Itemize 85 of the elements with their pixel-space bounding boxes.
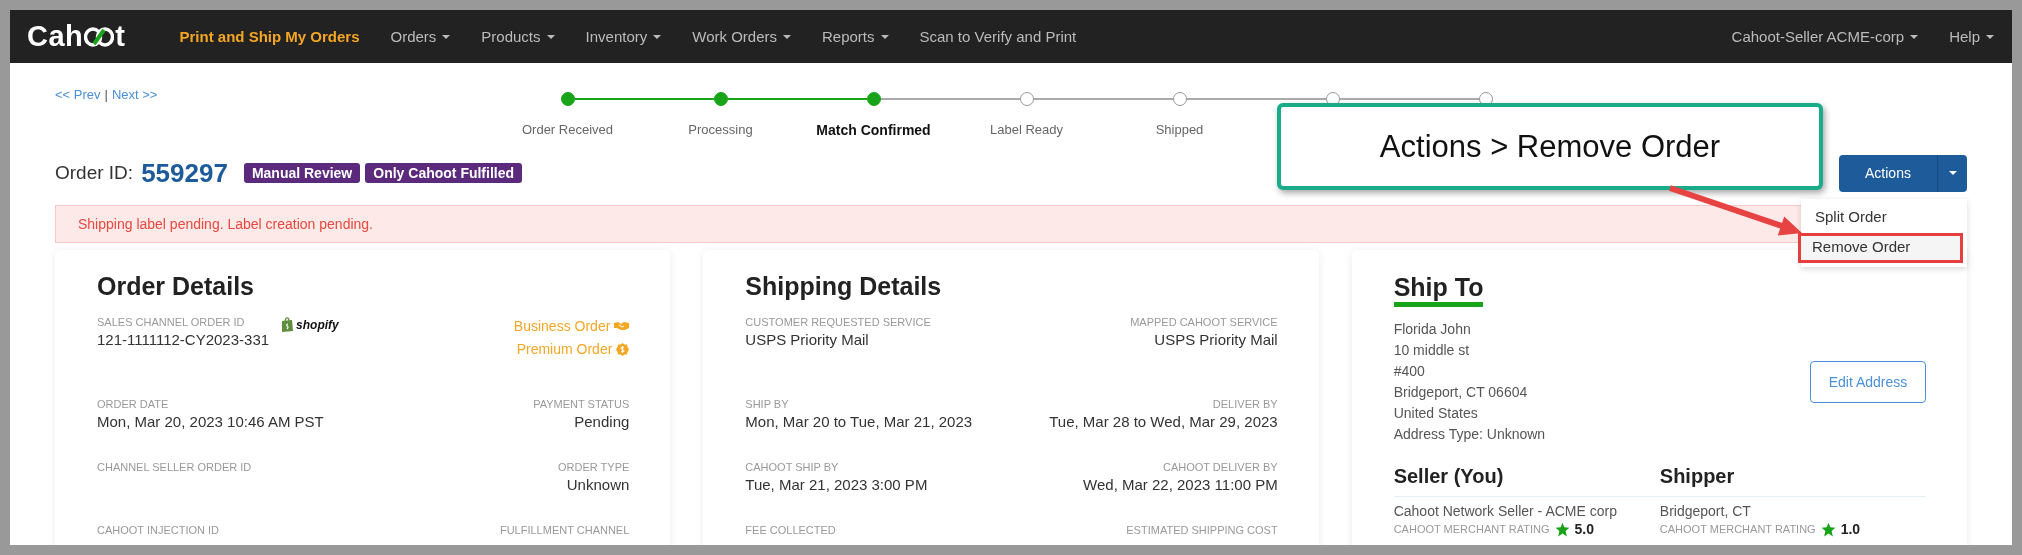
cahoot-logo[interactable]: Cah t bbox=[27, 20, 126, 53]
field-value: Tue, Mar 21, 2023 3:00 PM bbox=[745, 476, 928, 493]
card-title: Shipping Details bbox=[745, 272, 943, 301]
rating-value: 5.0 bbox=[1574, 521, 1594, 537]
step-label: Label Ready bbox=[990, 122, 1063, 138]
card-title: Order Details bbox=[97, 272, 255, 301]
address-line: #400 bbox=[1393, 362, 1426, 381]
field-value: Unknown bbox=[566, 476, 630, 493]
field-label: CUSTOMER REQUESTED SERVICE bbox=[745, 316, 931, 328]
callout-box: Actions > Remove Order bbox=[1277, 103, 1823, 190]
nav-menu-item[interactable]: Cahoot-Seller ACME-corp bbox=[1731, 28, 1919, 45]
step-label: Shipped bbox=[1155, 122, 1204, 138]
field-label: CAHOOT DELIVER BY bbox=[1162, 461, 1278, 473]
order-tag: Premium Order bbox=[516, 339, 630, 359]
nav-menu-item[interactable]: Products bbox=[481, 28, 555, 45]
field-value: Mon, Mar 20 to Tue, Mar 21, 2023 bbox=[745, 413, 973, 430]
prev-link[interactable]: << Prev bbox=[55, 87, 101, 138]
caret-icon bbox=[546, 34, 555, 39]
address-line: Florida John bbox=[1393, 320, 1472, 339]
nav-menu-item[interactable]: Inventory bbox=[585, 28, 662, 45]
party-heading: Seller (You) bbox=[1393, 465, 1660, 497]
actions-button[interactable]: Actions bbox=[1839, 154, 1937, 192]
field-label: CHANNEL SELLER ORDER ID bbox=[97, 461, 252, 473]
next-link[interactable]: Next >> bbox=[111, 87, 158, 138]
field-value: 121-1111112-CY2023-331 bbox=[97, 331, 270, 348]
caret-icon bbox=[442, 34, 451, 39]
caret-icon bbox=[1986, 34, 1994, 39]
handshake-icon bbox=[614, 321, 630, 331]
field-value: Mon, Mar 20, 2023 10:46 AM PST bbox=[97, 413, 324, 430]
rating-label: CAHOOT MERCHANT RATING bbox=[1393, 523, 1550, 535]
dropdown-toggle[interactable] bbox=[1937, 154, 1967, 192]
badge-icon bbox=[616, 342, 630, 356]
field-value: USPS Priority Mail bbox=[745, 331, 869, 348]
order-tag: Business Order bbox=[513, 316, 630, 336]
status-badge: Manual Review bbox=[243, 163, 361, 183]
channel-name: shopify bbox=[296, 317, 339, 332]
separator-text: | bbox=[104, 87, 108, 104]
caret-icon bbox=[653, 34, 662, 39]
party-name: Bridgeport, CT bbox=[1659, 503, 1752, 519]
field-value: Pending bbox=[574, 413, 630, 430]
menu-item[interactable]: Remove Order bbox=[1798, 232, 1963, 263]
field-label: FULFILLMENT CHANNEL bbox=[499, 524, 630, 536]
field-label: ORDER TYPE bbox=[558, 461, 630, 473]
star-icon bbox=[1820, 521, 1836, 537]
rating-value: 1.0 bbox=[1840, 521, 1861, 537]
nav-menu-item[interactable]: Scan to Verify and Print bbox=[919, 28, 1077, 45]
field-label: ORDER DATE bbox=[97, 398, 169, 410]
party-heading: Shipper bbox=[1659, 465, 1926, 497]
address-line: Bridgeport, CT 06604 bbox=[1393, 383, 1529, 402]
nav-menu-item[interactable]: Help bbox=[1949, 28, 1994, 45]
step-label: Order Received bbox=[521, 122, 613, 138]
caret-icon bbox=[1948, 171, 1957, 175]
menu-item[interactable]: Split Order bbox=[1801, 202, 1967, 233]
address-line: 10 middle st bbox=[1393, 341, 1471, 360]
address-line: Address Type: Unknown bbox=[1393, 425, 1546, 444]
field-label: ESTIMATED SHIPPING COST bbox=[1126, 524, 1278, 536]
nav-menu-item[interactable]: Orders bbox=[390, 28, 451, 45]
order-id-number: 559297 bbox=[141, 157, 228, 189]
field-value: USPS Priority Mail bbox=[1154, 331, 1278, 348]
caret-icon bbox=[783, 34, 791, 39]
star-icon bbox=[1554, 521, 1570, 537]
field-label: MAPPED CAHOOT SERVICE bbox=[1130, 316, 1278, 328]
address-line: United States bbox=[1393, 404, 1479, 423]
step-label: Processing bbox=[688, 122, 753, 138]
field-value: Tue, Mar 28 to Wed, Mar 29, 2023 bbox=[1049, 413, 1278, 430]
field-label: CAHOOT SHIP BY bbox=[745, 461, 839, 473]
field-label: FEE COLLECTED bbox=[745, 524, 836, 536]
shopping-bag-icon bbox=[281, 317, 295, 332]
caret-icon bbox=[1910, 34, 1919, 39]
party-name: Cahoot Network Seller - ACME corp bbox=[1393, 503, 1618, 519]
step-label: Match Confirmed bbox=[816, 122, 931, 138]
status-badge: Only Cahoot Fulfilled bbox=[365, 163, 523, 183]
nav-menu-item[interactable]: Print and Ship My Orders bbox=[179, 28, 360, 45]
field-label: PAYMENT STATUS bbox=[533, 398, 630, 410]
nav-menu-item[interactable]: Work Orders bbox=[692, 28, 791, 45]
rating-label: CAHOOT MERCHANT RATING bbox=[1659, 523, 1816, 535]
field-label: SHIP BY bbox=[745, 398, 789, 410]
field-label: SALES CHANNEL ORDER ID bbox=[97, 316, 245, 328]
caret-icon bbox=[880, 34, 889, 39]
nav-menu-item[interactable]: Reports bbox=[822, 28, 889, 45]
order-id-label: Order ID: bbox=[55, 162, 134, 184]
field-value: Wed, Mar 22, 2023 11:00 PM bbox=[1083, 476, 1278, 493]
field-label: DELIVER BY bbox=[1212, 398, 1278, 410]
card-title: Ship To bbox=[1393, 272, 1484, 307]
field-label: CAHOOT INJECTION ID bbox=[97, 524, 220, 536]
